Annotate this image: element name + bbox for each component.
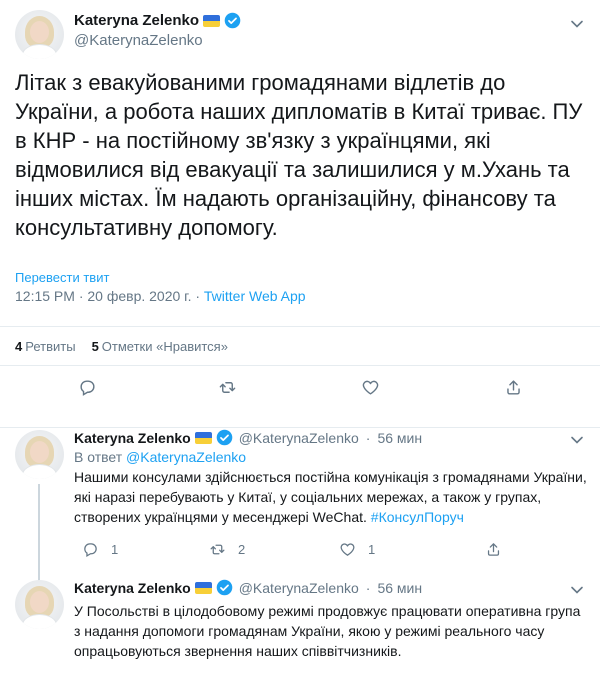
reply-actions: 1 2 1 [74,541,574,561]
hashtag-link[interactable]: #КонсулПоруч [371,509,464,525]
like-button[interactable]: 1 [339,541,375,558]
reply-text: У Посольстві в цілодобовому режимі продо… [74,603,581,659]
author-handle[interactable]: @KaterynaZelenko [74,32,241,49]
likes-stat[interactable]: 5 Отметки «Нравится» [92,339,228,354]
retweets-label: Ретвиты [25,338,76,354]
reply-tweet[interactable]: Kateryna Zelenko @KaterynaZelenko · 56 м… [0,420,600,582]
reply-content: Kateryna Zelenko @KaterynaZelenko · 56 м… [74,579,589,661]
reply-count: 1 [111,542,119,557]
timestamp[interactable]: 12:15 PM · 20 февр. 2020 г. · [15,288,204,304]
share-button[interactable] [504,378,523,397]
share-button[interactable] [485,541,502,558]
ukraine-flag-icon [203,14,221,27]
in-reply-prefix: В ответ [74,449,123,465]
avatar[interactable] [15,580,64,629]
like-count: 1 [368,542,376,557]
reply-content: Kateryna Zelenko @KaterynaZelenko · 56 м… [74,429,589,527]
likes-label: Отметки «Нравится» [101,338,228,354]
in-reply-handle-link[interactable]: @KaterynaZelenko [126,449,246,465]
tweet-header: Kateryna Zelenko @KaterynaZelenko [74,12,241,49]
ukraine-flag-icon [194,431,212,444]
author-name[interactable]: Kateryna Zelenko [74,12,199,29]
avatar[interactable] [15,10,64,59]
retweets-stat[interactable]: 4 Ретвиты [15,339,76,354]
reply-button[interactable]: 1 [82,541,118,558]
source-link[interactable]: Twitter Web App [204,288,306,304]
separator-dot: · [365,429,371,446]
reply-text: Нашими консулами здійснюється постійна к… [74,467,589,527]
separator-dot: · [365,579,371,596]
retweet-icon [219,382,236,393]
share-icon [487,543,500,556]
share-icon [507,380,520,395]
reply-button[interactable] [78,378,97,397]
tweet-actions [0,378,600,408]
like-icon [340,543,355,556]
like-button[interactable] [361,378,380,397]
translate-link[interactable]: Перевести твит [15,270,109,285]
author-name[interactable]: Kateryna Zelenko [74,430,191,446]
author-handle[interactable]: @KaterynaZelenko [239,430,359,446]
author-handle[interactable]: @KaterynaZelenko [239,580,359,596]
avatar[interactable] [15,430,64,479]
reply-icon [84,543,97,558]
reply-time[interactable]: 56 мин [377,580,422,596]
reply-icon [80,380,95,396]
retweet-button[interactable]: 2 [209,541,245,558]
reply-tweet[interactable]: Kateryna Zelenko @KaterynaZelenko · 56 м… [0,570,600,697]
verified-badge-icon [216,429,233,446]
ukraine-flag-icon [194,581,212,594]
chevron-down-icon[interactable] [567,14,587,34]
reply-body: Нашими консулами здійснюється постійна к… [74,469,587,525]
retweet-icon [210,544,225,555]
tweet-meta: 12:15 PM · 20 февр. 2020 г. · Twitter We… [15,288,306,304]
verified-badge-icon [216,579,233,596]
verified-badge-icon [224,12,241,29]
retweets-count: 4 [15,338,23,354]
reply-time[interactable]: 56 мин [377,430,422,446]
like-icon [362,380,379,395]
retweet-button[interactable] [218,378,237,397]
tweet-stats: 4 Ретвиты 5 Отметки «Нравится» [0,326,600,366]
tweet-text: Літак з евакуйованими громадянами відлет… [15,70,583,240]
in-reply-to: В ответ @KaterynaZelenko [74,449,589,465]
likes-count: 5 [91,338,99,354]
thread-line [38,484,40,582]
author-name[interactable]: Kateryna Zelenko [74,580,191,596]
main-tweet: Kateryna Zelenko @KaterynaZelenko Літак … [0,0,600,428]
retweet-count: 2 [238,542,246,557]
